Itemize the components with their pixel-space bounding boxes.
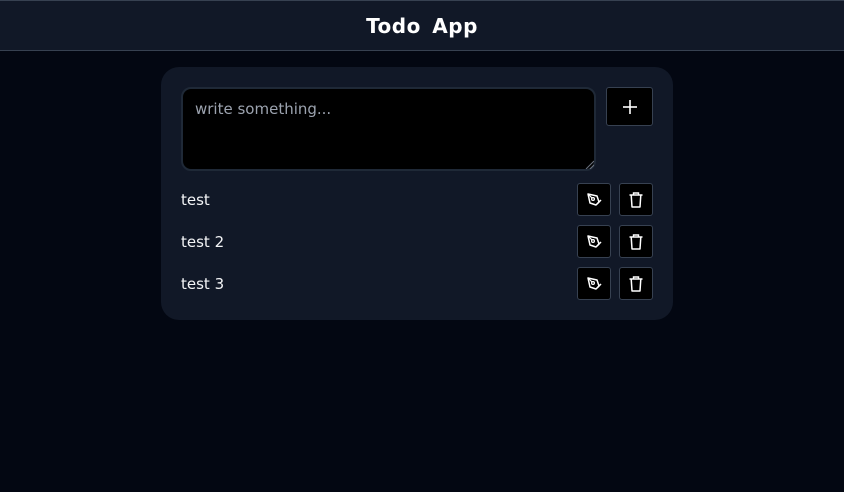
- pen-icon: [587, 234, 602, 248]
- todo-text: test 2: [181, 233, 225, 251]
- pen-icon: [587, 192, 602, 206]
- todo-item: test 3: [181, 267, 653, 301]
- app-title: Todo App: [366, 13, 478, 38]
- delete-todo-button[interactable]: [619, 267, 653, 300]
- edit-todo-button[interactable]: [577, 267, 611, 300]
- app-header: Todo App: [0, 0, 844, 51]
- trash-icon: [629, 191, 643, 208]
- todo-text: test: [181, 191, 210, 209]
- add-todo-button[interactable]: [606, 87, 653, 126]
- edit-todo-button[interactable]: [577, 183, 611, 216]
- trash-icon: [629, 275, 643, 292]
- pen-icon: [587, 276, 602, 290]
- edit-todo-button[interactable]: [577, 225, 611, 258]
- plus-icon: [622, 99, 637, 114]
- trash-icon: [629, 233, 643, 250]
- todo-item: test: [181, 183, 653, 217]
- todo-item: test 2: [181, 225, 653, 259]
- todo-card: test test 2: [161, 67, 673, 320]
- delete-todo-button[interactable]: [619, 183, 653, 216]
- todo-input[interactable]: [181, 87, 596, 171]
- todo-text: test 3: [181, 275, 225, 293]
- delete-todo-button[interactable]: [619, 225, 653, 258]
